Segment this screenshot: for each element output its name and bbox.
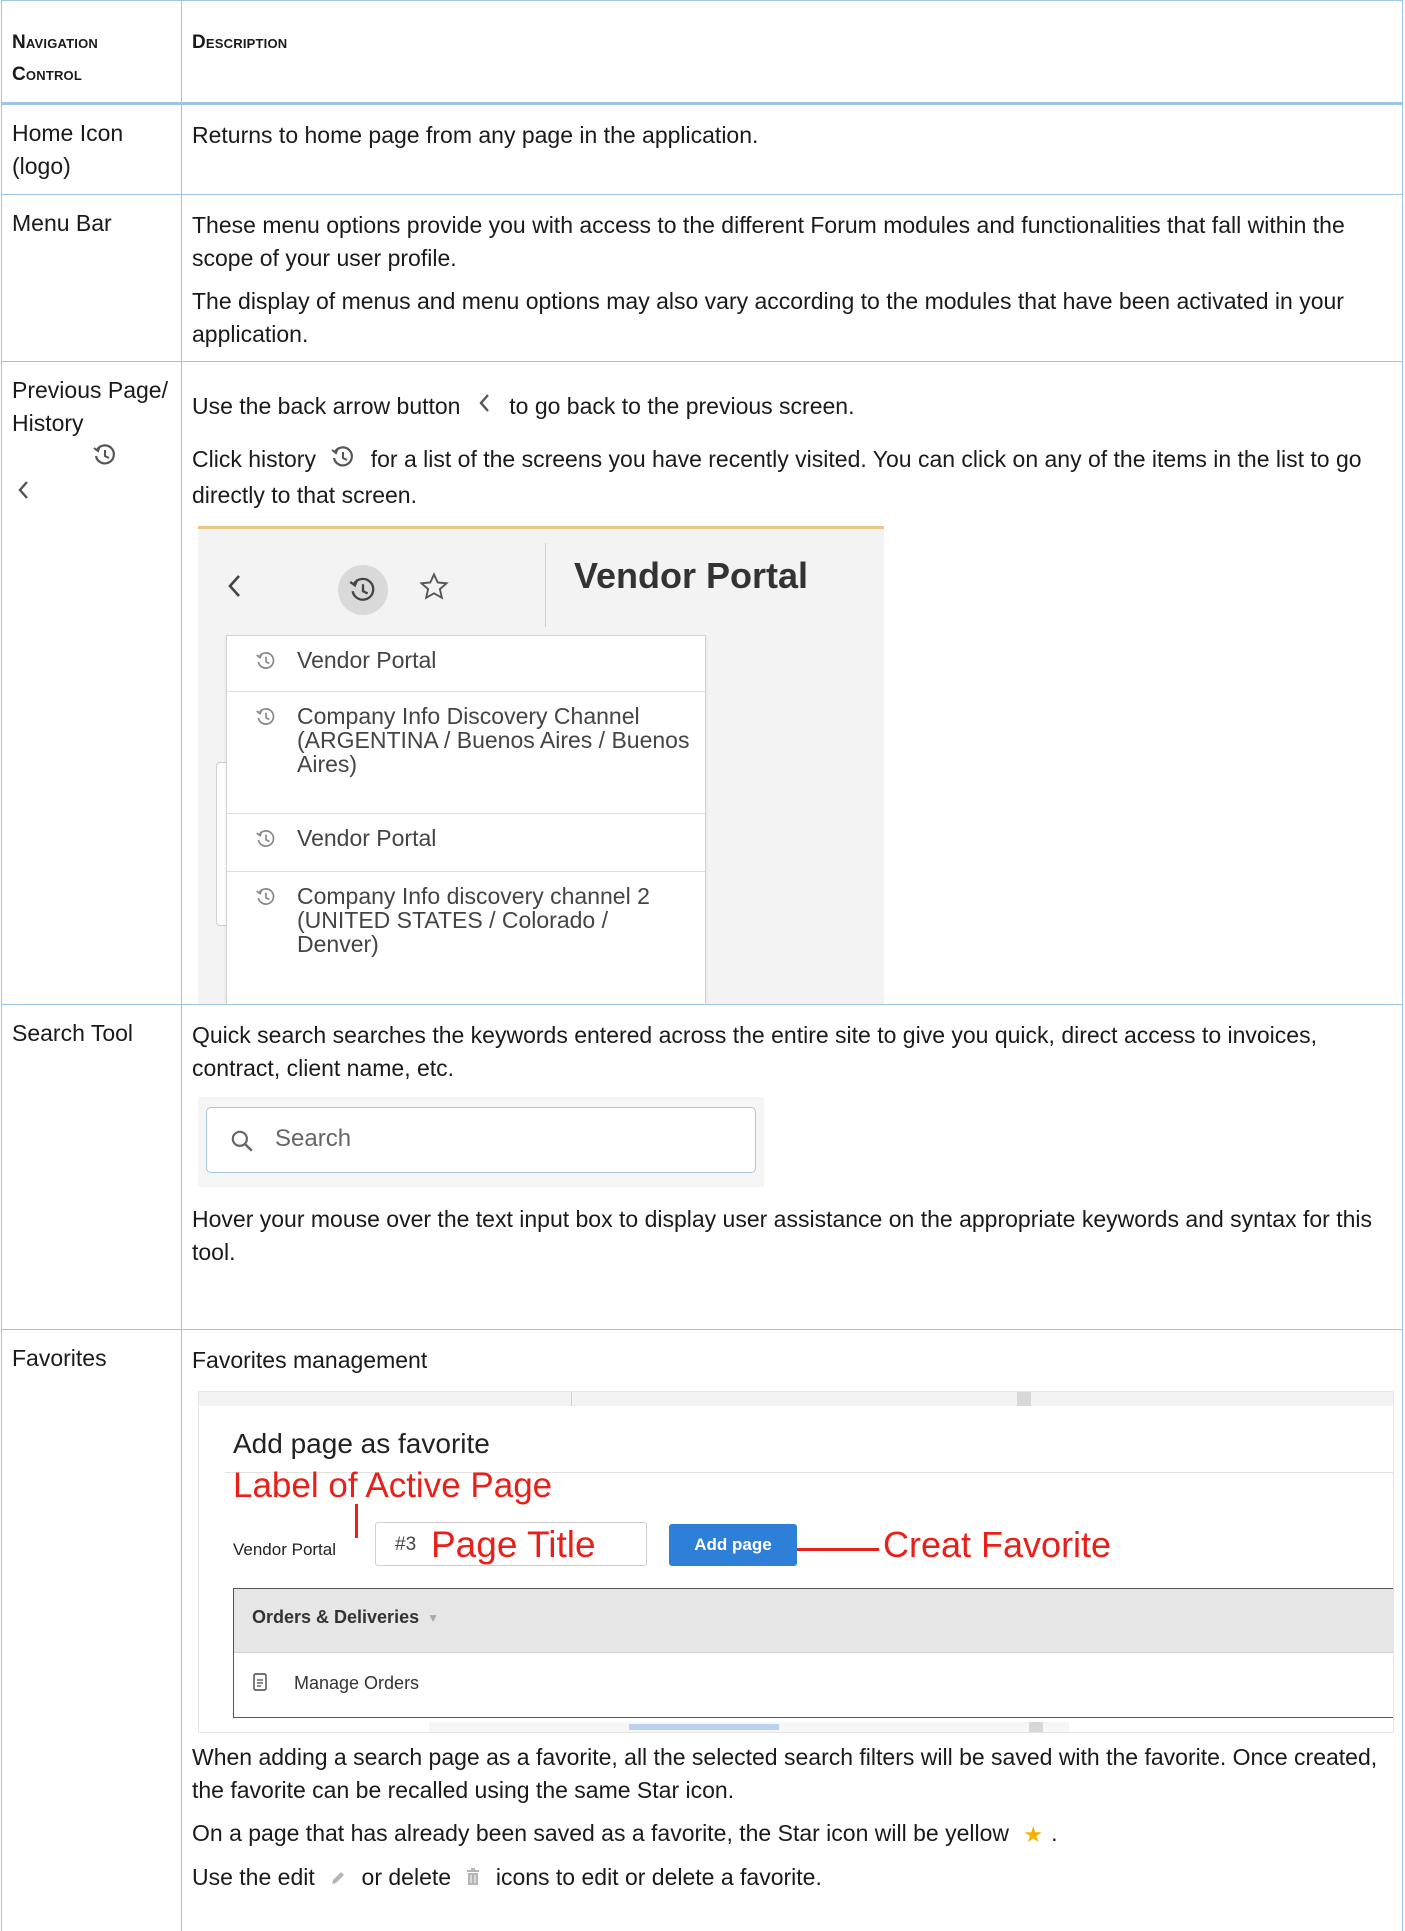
star-yellow-icon: ★	[1023, 1822, 1044, 1848]
history-item[interactable]: Vendor Portal	[227, 814, 705, 872]
annotation-page-title: Page Title	[431, 1523, 596, 1565]
control-cell: Home Icon (logo)	[1, 103, 182, 195]
history-dropdown: Vendor Portal Company Info Discovery Cha…	[226, 634, 706, 1004]
divider	[545, 542, 546, 627]
header-description: Description	[181, 0, 1403, 105]
favorites-list: Orders & Deliveries ▼ Manage Orders	[233, 1587, 1393, 1718]
header-navigation-control: Navigation Control	[1, 0, 182, 105]
description-cell: Quick search searches the keywords enter…	[181, 1003, 1403, 1330]
control-cell: Search Tool	[1, 1003, 182, 1330]
top-strip	[199, 1391, 1393, 1406]
dialog-heading: Add page as favorite	[233, 1427, 490, 1459]
group-header[interactable]: Orders & Deliveries ▼	[234, 1588, 1393, 1653]
navigation-table: Navigation Control Description Home Icon…	[1, 0, 1403, 1931]
favorites-screenshot: Add page as favorite Label of Active Pag…	[198, 1390, 1394, 1733]
control-cell: Favorites	[1, 1328, 182, 1931]
description-cell: Returns to home page from any page in th…	[181, 103, 1403, 195]
row-favorites: Favorites Favorites management Add page …	[1, 1328, 1403, 1931]
row-home: Home Icon (logo) Returns to home page fr…	[1, 103, 1403, 195]
history-item[interactable]: Company Info Discovery Channel (ARGENTIN…	[227, 692, 705, 814]
row-previous-page-history: Previous Page/History Use the back arrow…	[1, 361, 1403, 1005]
scrollbar	[1017, 1391, 1031, 1406]
search-input[interactable]: Search	[206, 1106, 756, 1173]
control-cell: Menu Bar	[1, 194, 182, 362]
caret-down-icon: ▼	[427, 1611, 439, 1626]
annotation-create: Creat Favorite	[883, 1523, 1112, 1565]
nav-bar: Vendor Portal	[198, 528, 884, 639]
list-item[interactable]: Manage Orders	[234, 1653, 1393, 1696]
pencil-icon	[329, 1863, 347, 1896]
search-screenshot: Search	[198, 1096, 764, 1187]
history-icon	[349, 577, 375, 601]
history-icon	[255, 828, 277, 854]
annotation-label: Label of Active Page	[233, 1465, 553, 1505]
search-icon	[229, 1128, 255, 1160]
history-item[interactable]: Company Info discovery channel 2 (UNITED…	[227, 872, 705, 994]
control-cell: Previous Page/History	[1, 361, 182, 1005]
table-header-row: Navigation Control Description	[1, 0, 1403, 105]
document-icon	[252, 1673, 268, 1696]
trash-icon	[465, 1863, 481, 1896]
star-outline-icon[interactable]	[418, 571, 450, 609]
input-prefix: #3	[395, 1533, 417, 1555]
back-arrow-icon	[12, 478, 171, 508]
history-icon	[255, 650, 277, 676]
search-placeholder: Search	[275, 1124, 352, 1152]
divider	[571, 1391, 572, 1406]
annotation-line	[797, 1547, 879, 1551]
history-icon	[255, 706, 277, 732]
back-arrow-icon	[475, 390, 495, 425]
description-cell: Favorites management Add page as favorit…	[181, 1328, 1403, 1931]
row-search-tool: Search Tool Quick search searches the ke…	[1, 1003, 1403, 1330]
back-arrow-icon[interactable]	[224, 571, 246, 607]
history-icon	[255, 886, 277, 912]
history-icon	[12, 442, 171, 474]
history-button[interactable]	[338, 564, 388, 615]
history-icon	[330, 444, 356, 479]
description-cell: Use the back arrow button to go back to …	[181, 361, 1403, 1005]
annotation-line	[355, 1503, 358, 1538]
active-page-label: Vendor Portal	[233, 1539, 337, 1559]
row-menu-bar: Menu Bar These menu options provide you …	[1, 194, 1403, 362]
history-screenshot: Vendor Portal Vendor Portal Company Info…	[198, 525, 884, 1004]
bottom-strip	[429, 1721, 1069, 1732]
history-item[interactable]: Vendor Portal	[227, 636, 705, 692]
add-page-button[interactable]: Add page	[669, 1523, 797, 1566]
page-title: Vendor Portal	[574, 554, 809, 596]
description-cell: These menu options provide you with acce…	[181, 194, 1403, 362]
